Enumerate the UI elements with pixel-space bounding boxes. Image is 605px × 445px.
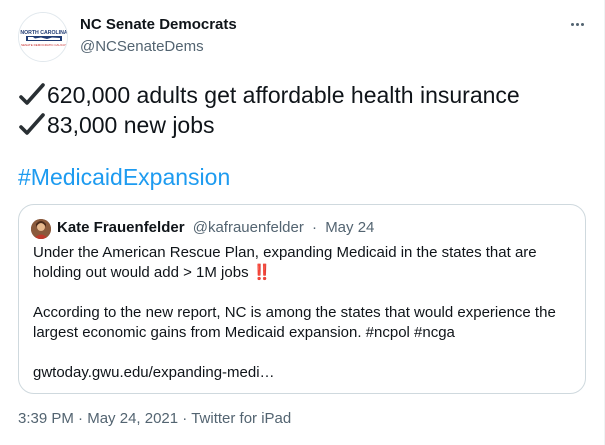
tweet-date[interactable]: May 24, 2021 <box>87 410 178 427</box>
tweet-line-1-text: 620,000 adults get affordable health ins… <box>47 82 520 108</box>
tweet-line-2: 83,000 new jobs <box>18 110 520 140</box>
quoted-date-separator: · <box>312 219 318 236</box>
quoted-author-name: Kate Frauenfelder <box>57 219 185 236</box>
check-mark-icon <box>19 83 45 105</box>
quoted-date: May 24 <box>325 219 375 236</box>
logo-text-sub: SENATE DEMOCRATIC CAUCUS <box>21 43 67 47</box>
tweet-text: 620,000 adults get affordable health ins… <box>18 80 520 140</box>
logo-text-top: NORTH CAROLINA <box>20 30 68 36</box>
double-exclamation-emoji: ‼️ <box>252 264 272 281</box>
tweet-time[interactable]: 3:39 PM <box>18 410 74 427</box>
tweet-line-1: 620,000 adults get affordable health ins… <box>18 80 520 110</box>
quoted-paragraph-2: According to the new report, NC is among… <box>33 304 556 341</box>
profile-photo-icon <box>31 219 51 239</box>
quoted-paragraph-1-text: Under the American Rescue Plan, expandin… <box>33 244 537 281</box>
quoted-header: Kate Frauenfelder @kafrauenfelder · May … <box>57 219 374 236</box>
tweet-metadata: 3:39 PM · May 24, 2021 · Twitter for iPa… <box>18 410 291 427</box>
author-handle[interactable]: @NCSenateDems <box>80 38 204 55</box>
quoted-tweet[interactable]: Kate Frauenfelder @kafrauenfelder · May … <box>18 204 586 394</box>
quoted-author-avatar <box>31 219 51 239</box>
more-options-icon[interactable] <box>563 10 591 38</box>
nc-senate-logo-icon: NORTH CAROLINA SENATE DEMOCRATIC CAUCUS <box>19 13 68 61</box>
tweet-line-2-text: 83,000 new jobs <box>47 112 215 138</box>
quoted-paragraph-1: Under the American Rescue Plan, expandin… <box>33 243 573 283</box>
quoted-link[interactable]: gwtoday.gwu.edu/expanding-medi… <box>33 363 573 383</box>
check-mark-icon <box>19 113 45 135</box>
hashtag-link[interactable]: #MedicaidExpansion <box>18 164 230 191</box>
footer-separator: · <box>78 410 84 427</box>
tweet-card: NORTH CAROLINA SENATE DEMOCRATIC CAUCUS … <box>0 0 605 445</box>
quoted-author-handle: @kafrauenfelder <box>192 219 304 236</box>
tweet-source[interactable]: Twitter for iPad <box>191 410 291 427</box>
footer-separator: · <box>182 410 188 427</box>
author-avatar[interactable]: NORTH CAROLINA SENATE DEMOCRATIC CAUCUS <box>18 12 68 62</box>
quoted-text: Under the American Rescue Plan, expandin… <box>33 243 573 403</box>
author-name[interactable]: NC Senate Democrats <box>80 16 237 33</box>
